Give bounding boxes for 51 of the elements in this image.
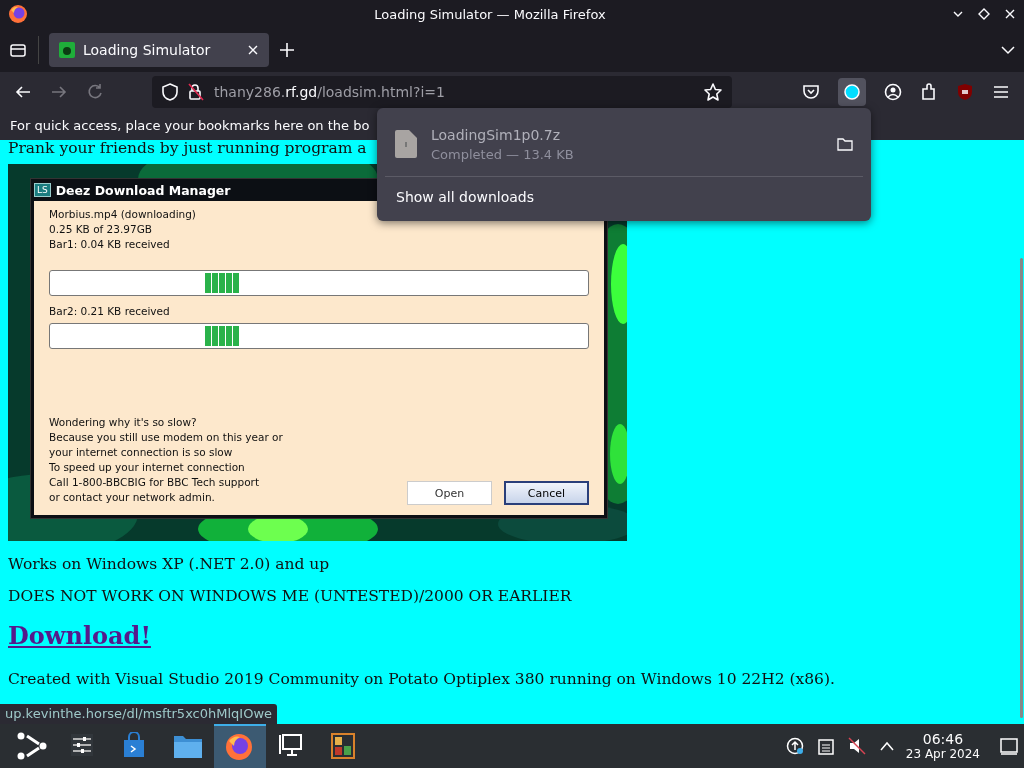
clock[interactable]: 06:46 23 Apr 2024: [905, 731, 980, 761]
download-link[interactable]: Download!: [8, 621, 151, 650]
tab-favicon: [59, 42, 75, 58]
update-icon[interactable]: [785, 737, 804, 755]
url-text: thany286.rf.gd/loadsim.html?i=1: [214, 84, 445, 100]
maximize-icon[interactable]: [978, 8, 990, 20]
shield-icon[interactable]: [162, 83, 178, 101]
firefox-logo: [8, 4, 28, 24]
reload-icon[interactable]: [86, 83, 104, 101]
new-tab-icon[interactable]: [279, 42, 295, 58]
address-field[interactable]: thany286.rf.gd/loadsim.html?i=1: [152, 76, 732, 108]
credits-text: Created with Visual Studio 2019 Community on Potato Optiplex 380 running on Windows 10 22H2 (x86).: [8, 670, 836, 688]
help-text: Wondering why it's so slow? Because you still use modem on this year or your internet connection is so slow To speed up your internet connection Call 1-800-BBCBIG for BBC Tech support or contact your network admin.: [49, 415, 283, 505]
browser-tab[interactable]: Loading Simulator: [49, 33, 269, 67]
account-icon[interactable]: [884, 83, 902, 101]
muted-speaker-icon[interactable]: [847, 737, 866, 755]
show-desktop-icon[interactable]: [1000, 737, 1018, 755]
status-line: Bar1: 0.04 KB received: [49, 237, 171, 252]
star-icon[interactable]: [704, 83, 722, 101]
file-icon: [395, 130, 417, 158]
chevron-up-icon[interactable]: [879, 741, 894, 751]
clipboard-icon[interactable]: [817, 737, 834, 755]
intro-text: Prank your friends by just running program a: [8, 140, 367, 159]
dialog-button[interactable]: Open: [407, 481, 492, 505]
compat-text: Works on Windows XP (.NET 2.0) and up: [8, 555, 331, 573]
firefox-logo: [225, 733, 255, 761]
link-status-text: up.kevinthe.horse/dl/msftr5xc0hMlqIOwe: [5, 706, 273, 721]
status-line: Morbius.mp4 (downloading): [49, 207, 197, 222]
pocket-icon[interactable]: [802, 83, 820, 101]
lock-warning-icon[interactable]: [188, 83, 204, 101]
status-line: Bar2: 0.21 KB received: [49, 304, 171, 319]
dialog-title: Deez Download Manager: [55, 182, 231, 198]
shield-extension-icon[interactable]: [956, 83, 974, 101]
menu-icon[interactable]: [992, 83, 1010, 101]
download-item[interactable]: LoadingSim1p0.7z Completed — 13.4 KB: [377, 116, 871, 172]
download-status: Completed — 13.4 KB: [431, 146, 575, 162]
folder-icon[interactable]: [837, 137, 853, 151]
close-icon[interactable]: [247, 44, 259, 56]
downloads-icon[interactable]: [838, 78, 866, 106]
show-all-downloads-button[interactable]: Show all downloads: [377, 181, 554, 213]
warning-text: DOES NOT WORK ON WINDOWS ME (UNTESTED)/2000 OR EARLIER: [8, 587, 573, 605]
scrollbar[interactable]: [1020, 258, 1023, 718]
file-name: LoadingSim1p0.7z: [431, 126, 562, 143]
close-icon[interactable]: [1004, 8, 1016, 20]
status-line: 0.25 KB of 23.97GB: [49, 222, 153, 237]
launcher-icon: [17, 732, 47, 760]
app-badge: LS: [34, 183, 51, 197]
window-title: Loading Simulator — Mozilla Firefox: [373, 6, 607, 22]
dialog-button[interactable]: Cancel: [504, 481, 589, 505]
extensions-icon[interactable]: [920, 83, 938, 101]
bookmarks-hint: For quick access, place your bookmarks here on the bo: [10, 118, 370, 133]
